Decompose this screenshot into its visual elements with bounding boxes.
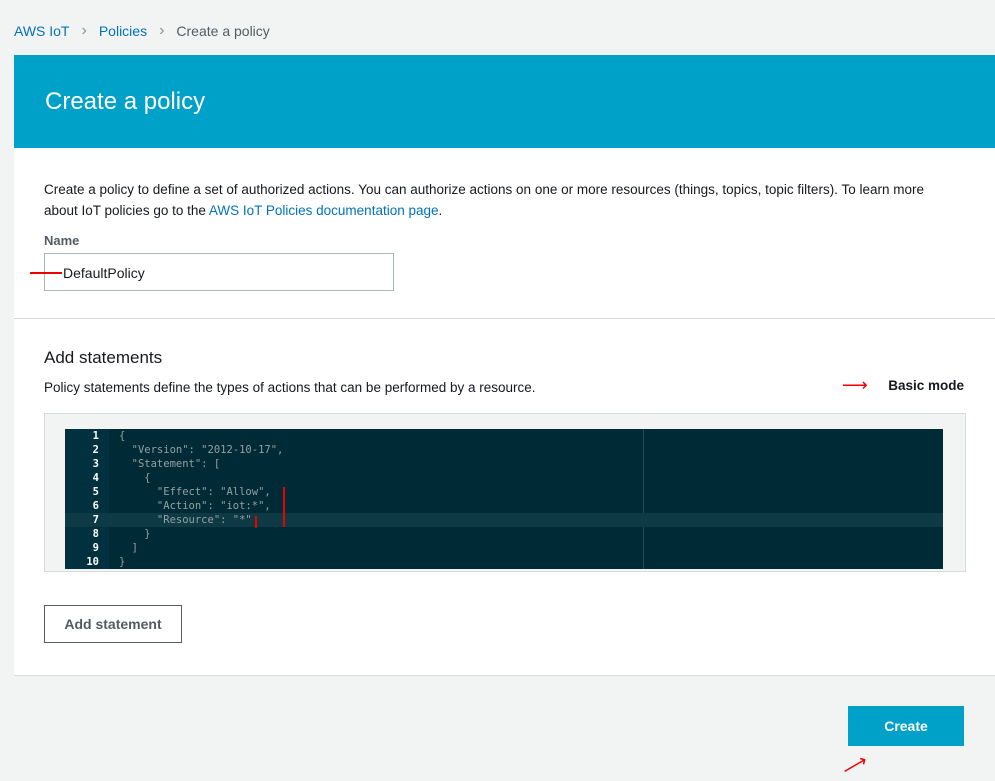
annotation-mark [30, 272, 62, 274]
basic-mode-link[interactable]: Basic mode [888, 378, 964, 393]
code-line: 3 "Statement": [ [65, 457, 943, 471]
code-text: } [119, 528, 151, 540]
code-line: 7 "Resource": "*" [65, 513, 943, 527]
code-line: 2 "Version": "2012-10-17", [65, 443, 943, 457]
divider [14, 318, 995, 319]
code-line: 8 } [65, 527, 943, 541]
annotation-arrow-icon: ⟶ [842, 375, 868, 395]
add-statement-button[interactable]: Add statement [44, 605, 182, 643]
cursor-mark [255, 516, 257, 528]
code-text: } [119, 556, 126, 568]
chevron-right-icon: › [81, 22, 87, 39]
code-text: ] [119, 542, 138, 554]
line-number: 9 [92, 542, 99, 554]
code-text: { [119, 430, 126, 442]
create-policy-card: Create a policy Create a policy to defin… [14, 55, 995, 780]
line-number: 8 [92, 528, 99, 540]
breadcrumb-policies[interactable]: Policies [99, 23, 147, 39]
line-number: 2 [92, 444, 99, 456]
chevron-right-icon: › [159, 22, 165, 39]
breadcrumb: AWS IoT › Policies › Create a policy [14, 22, 270, 40]
code-line: 9 ] [65, 541, 943, 555]
create-button[interactable]: Create [848, 706, 964, 746]
line-number: 10 [86, 556, 99, 568]
code-line: 6 "Action": "iot:*", [65, 499, 943, 513]
code-line: 4 { [65, 471, 943, 485]
policy-editor-container: 1{2 "Version": "2012-10-17", 3 "Statement… [44, 413, 966, 572]
line-number: 7 [92, 514, 99, 526]
statements-title: Add statements [44, 348, 163, 367]
intro-text: Create a policy to define a set of autho… [44, 179, 954, 221]
line-number: 6 [92, 500, 99, 512]
code-line: 1{ [65, 429, 943, 443]
code-text: { [119, 472, 151, 484]
policy-json-editor[interactable]: 1{2 "Version": "2012-10-17", 3 "Statement… [65, 429, 943, 569]
breadcrumb-aws-iot[interactable]: AWS IoT [14, 23, 70, 39]
statements-description: Policy statements define the types of ac… [44, 380, 536, 395]
breadcrumb-current: Create a policy [176, 23, 270, 39]
code-text: "Resource": "*" [119, 514, 252, 526]
code-text: "Statement": [ [119, 458, 221, 470]
page-title: Create a policy [14, 55, 995, 148]
line-number: 5 [92, 486, 99, 498]
annotation-mark [283, 487, 285, 527]
line-number: 1 [92, 430, 99, 442]
code-text: "Effect": "Allow", [119, 486, 271, 498]
line-number: 4 [92, 472, 99, 484]
code-line: 5 "Effect": "Allow", [65, 485, 943, 499]
name-label: Name [44, 233, 80, 248]
code-text: "Action": "iot:*", [119, 500, 271, 512]
line-number: 3 [92, 458, 99, 470]
intro-end: . [438, 203, 443, 218]
code-line: 10} [65, 555, 943, 569]
code-text: "Version": "2012-10-17", [119, 444, 284, 456]
docs-link[interactable]: AWS IoT Policies documentation page [209, 203, 439, 218]
name-input[interactable]: DefaultPolicy [44, 253, 394, 291]
intro-body: Create a policy to define a set of autho… [44, 182, 924, 218]
